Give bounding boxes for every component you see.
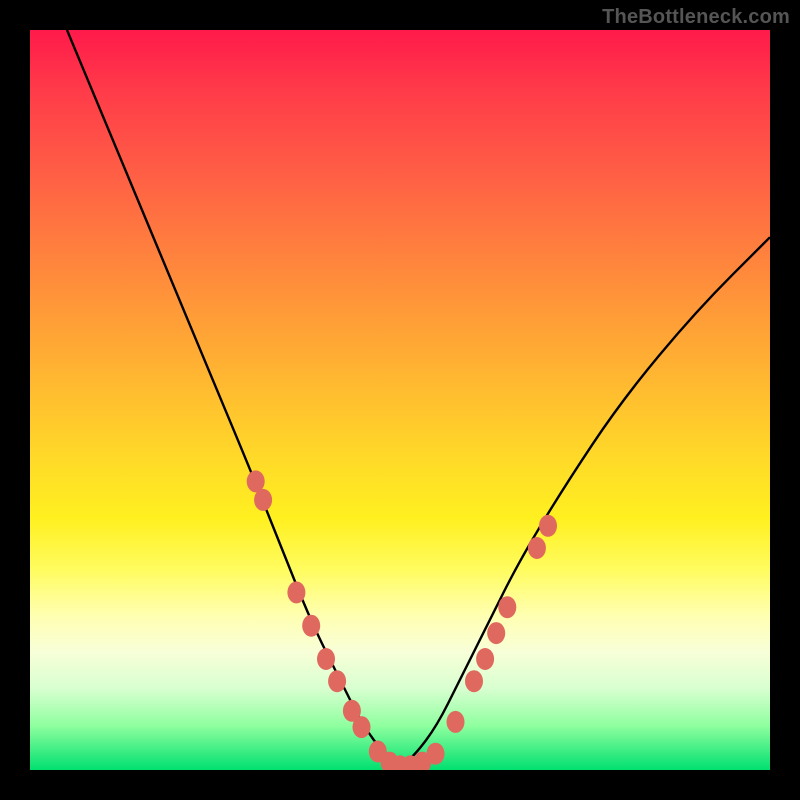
data-marker xyxy=(287,581,305,603)
data-marker xyxy=(539,515,557,537)
data-marker xyxy=(476,648,494,670)
data-marker xyxy=(427,743,445,765)
data-marker xyxy=(498,596,516,618)
data-marker xyxy=(465,670,483,692)
plot-area xyxy=(30,30,770,770)
chart-svg xyxy=(30,30,770,770)
data-marker xyxy=(328,670,346,692)
data-marker xyxy=(302,615,320,637)
bottleneck-curve xyxy=(67,30,770,764)
data-marker xyxy=(528,537,546,559)
data-marker xyxy=(317,648,335,670)
watermark-text: TheBottleneck.com xyxy=(602,6,790,29)
data-marker xyxy=(254,489,272,511)
markers-group xyxy=(247,470,557,770)
data-marker xyxy=(353,716,371,738)
data-marker xyxy=(447,711,465,733)
chart-frame: TheBottleneck.com xyxy=(0,0,800,800)
data-marker xyxy=(487,622,505,644)
